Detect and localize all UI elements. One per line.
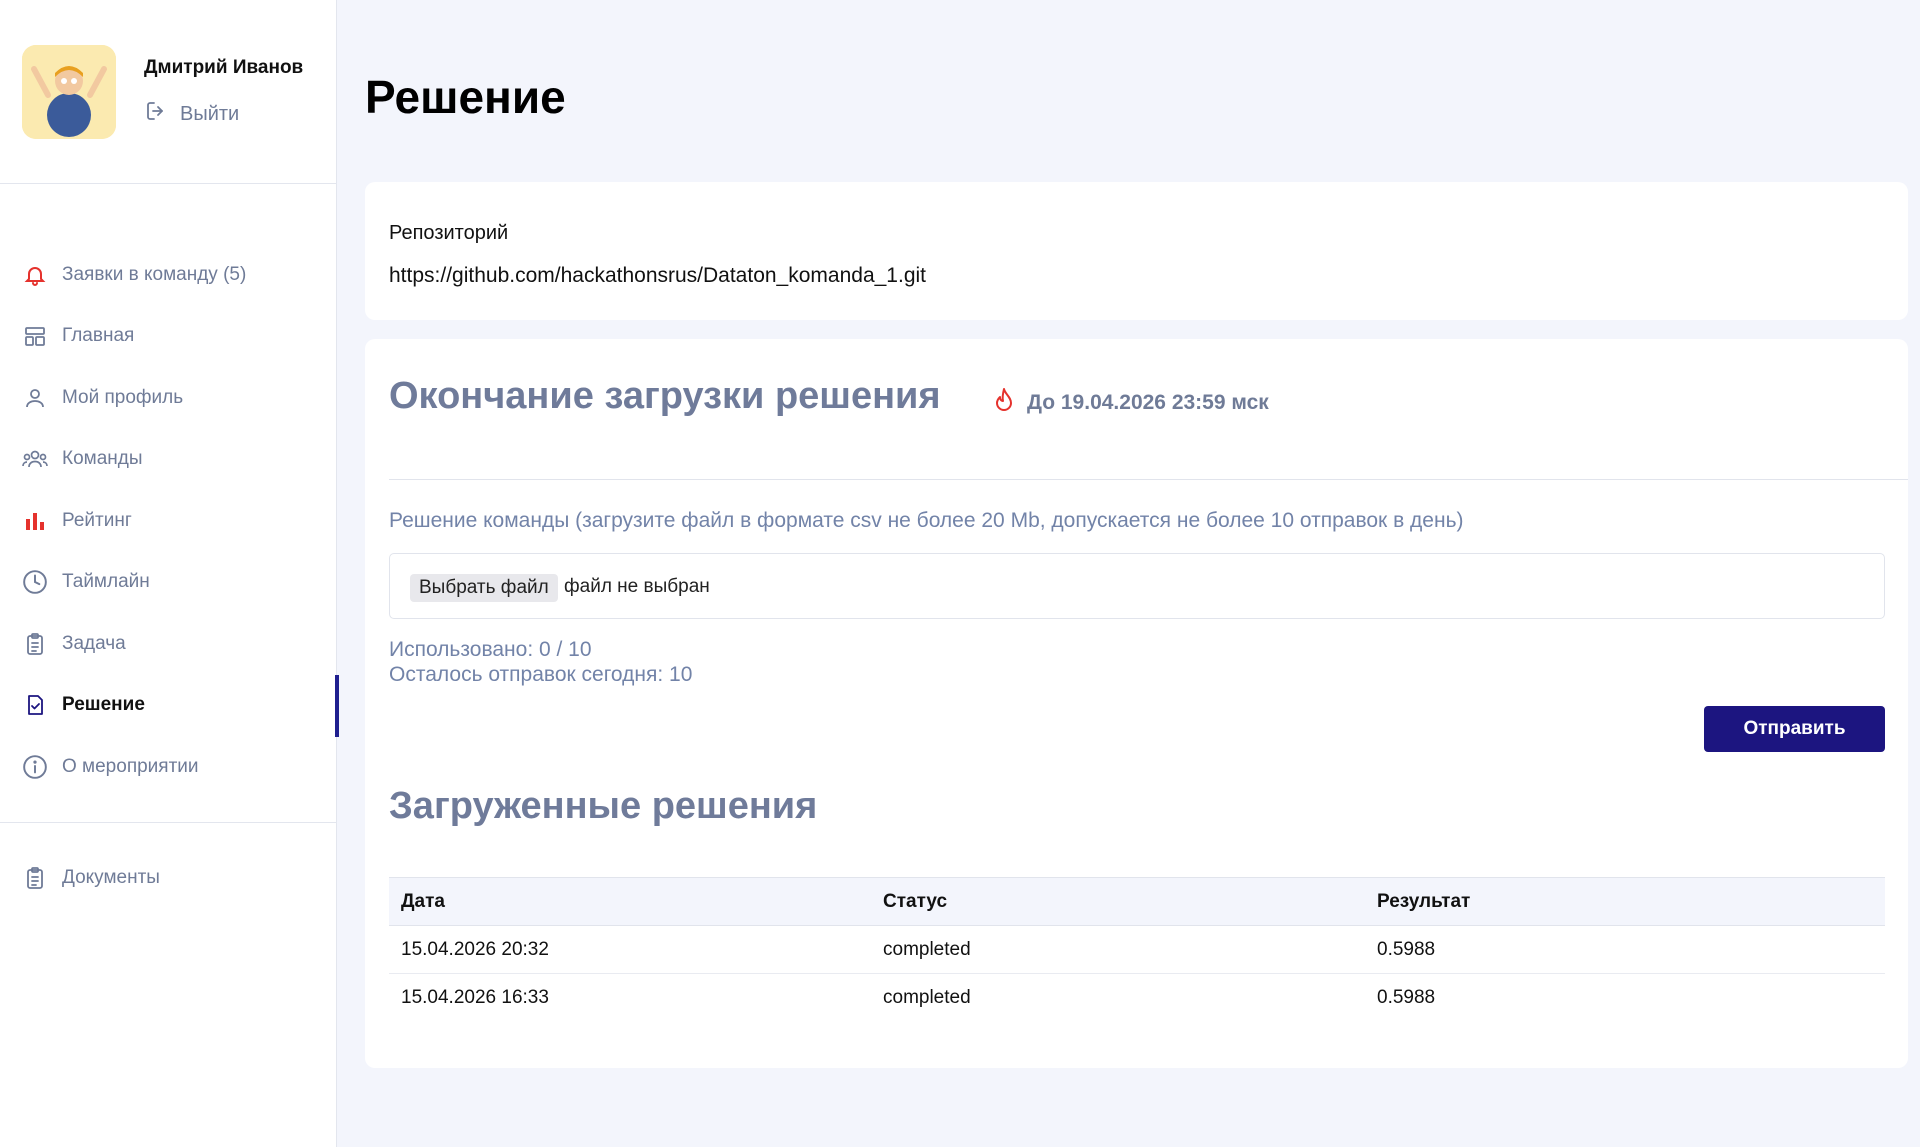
sidebar-item-profile[interactable]: Мой профиль [0, 367, 337, 429]
sidebar-item-timeline[interactable]: Таймлайн [0, 552, 337, 614]
cell-status: completed [883, 987, 971, 1008]
repository-card: Репозиторий https://github.com/hackathon… [365, 182, 1908, 320]
sidebar-item-label: Команды [62, 448, 143, 470]
sidebar-item-requests[interactable]: Заявки в команду (5) [0, 244, 337, 306]
sidebar-item-home[interactable]: Главная [0, 306, 337, 368]
file-status: файл не выбран [564, 576, 710, 597]
sidebar-item-rating[interactable]: Рейтинг [0, 490, 337, 552]
fire-icon [993, 387, 1015, 419]
sidebar-nav: Заявки в команду (5) Главная Мой профиль [0, 244, 339, 798]
users-icon [22, 446, 48, 472]
cell-date: 15.04.2026 20:32 [401, 938, 549, 960]
sidebar-item-label: Решение [62, 694, 145, 716]
solution-card: Окончание загрузки решения До 19.04.2026… [365, 339, 1908, 1068]
table-row: 15.04.2026 16:33 completed 0.5988 [389, 974, 1885, 1022]
sidebar-item-label: Мой профиль [62, 386, 184, 408]
submissions-used: Использовано: 0 / 10 [389, 638, 592, 661]
sidebar-item-label: Рейтинг [62, 509, 132, 531]
submit-button[interactable]: Отправить [1704, 706, 1885, 752]
column-header-status: Статус [883, 890, 948, 912]
sidebar-item-label: Документы [62, 866, 160, 888]
user-icon [22, 385, 48, 411]
sidebar-item-label: Главная [62, 325, 135, 347]
sidebar-divider [0, 822, 337, 823]
sidebar-docs-section: Документы [0, 847, 337, 909]
logout-label: Выйти [180, 102, 240, 125]
cell-result: 0.5988 [1377, 987, 1436, 1008]
cell-date: 15.04.2026 16:33 [401, 987, 549, 1008]
info-icon [22, 754, 48, 780]
logout-button[interactable]: Выйти [144, 99, 239, 129]
avatar[interactable] [22, 45, 116, 139]
sidebar-item-documents[interactable]: Документы [0, 847, 337, 909]
sidebar: Дмитрий Иванов Выйти Заявки в команду (5… [0, 0, 339, 1147]
cell-status: completed [883, 938, 971, 960]
clipboard-icon [22, 631, 48, 657]
bar-chart-icon [22, 508, 48, 534]
check-document-icon [22, 692, 48, 718]
clock-icon [22, 569, 48, 595]
deadline-date: До 19.04.2026 23:59 мск [1027, 391, 1269, 414]
clipboard-icon [22, 865, 48, 891]
uploads-table: Дата Статус Результат 15.04.2026 20:32 c… [389, 877, 1885, 1022]
column-header-result: Результат [1377, 890, 1471, 912]
cell-result: 0.5988 [1377, 938, 1436, 960]
sidebar-item-label: О мероприятии [62, 755, 199, 777]
deadline-info: До 19.04.2026 23:59 мск [993, 387, 1269, 419]
bell-icon [22, 262, 48, 288]
uploaded-solutions-title: Загруженные решения [389, 785, 818, 827]
table-row: 15.04.2026 20:32 completed 0.5988 [389, 926, 1885, 974]
profile-panel: Дмитрий Иванов Выйти [0, 0, 337, 184]
sidebar-item-task[interactable]: Задача [0, 613, 337, 675]
logout-icon [144, 99, 168, 129]
sidebar-item-label: Таймлайн [62, 571, 150, 593]
user-name: Дмитрий Иванов [144, 57, 304, 78]
choose-file-button[interactable]: Выбрать файл [410, 574, 558, 602]
page-title: Решение [365, 71, 566, 123]
upload-label: Решение команды (загрузите файл в формат… [389, 509, 1464, 532]
repository-url[interactable]: https://github.com/hackathonsrus/Dataton… [389, 264, 926, 288]
submissions-left: Осталось отправок сегодня: 10 [389, 663, 693, 686]
deadline-title: Окончание загрузки решения [389, 375, 941, 417]
sidebar-item-about[interactable]: О мероприятии [0, 736, 337, 798]
layout-icon [22, 323, 48, 349]
sidebar-item-solution[interactable]: Решение [0, 674, 339, 736]
repository-label: Репозиторий [389, 222, 509, 244]
table-header: Дата Статус Результат [389, 877, 1885, 926]
card-divider [389, 479, 1908, 480]
file-input[interactable]: Выбрать файл файл не выбран [389, 553, 1885, 619]
sidebar-item-label: Задача [62, 632, 126, 654]
sidebar-item-label: Заявки в команду (5) [62, 263, 247, 285]
column-header-date: Дата [401, 890, 445, 912]
sidebar-item-teams[interactable]: Команды [0, 429, 337, 491]
